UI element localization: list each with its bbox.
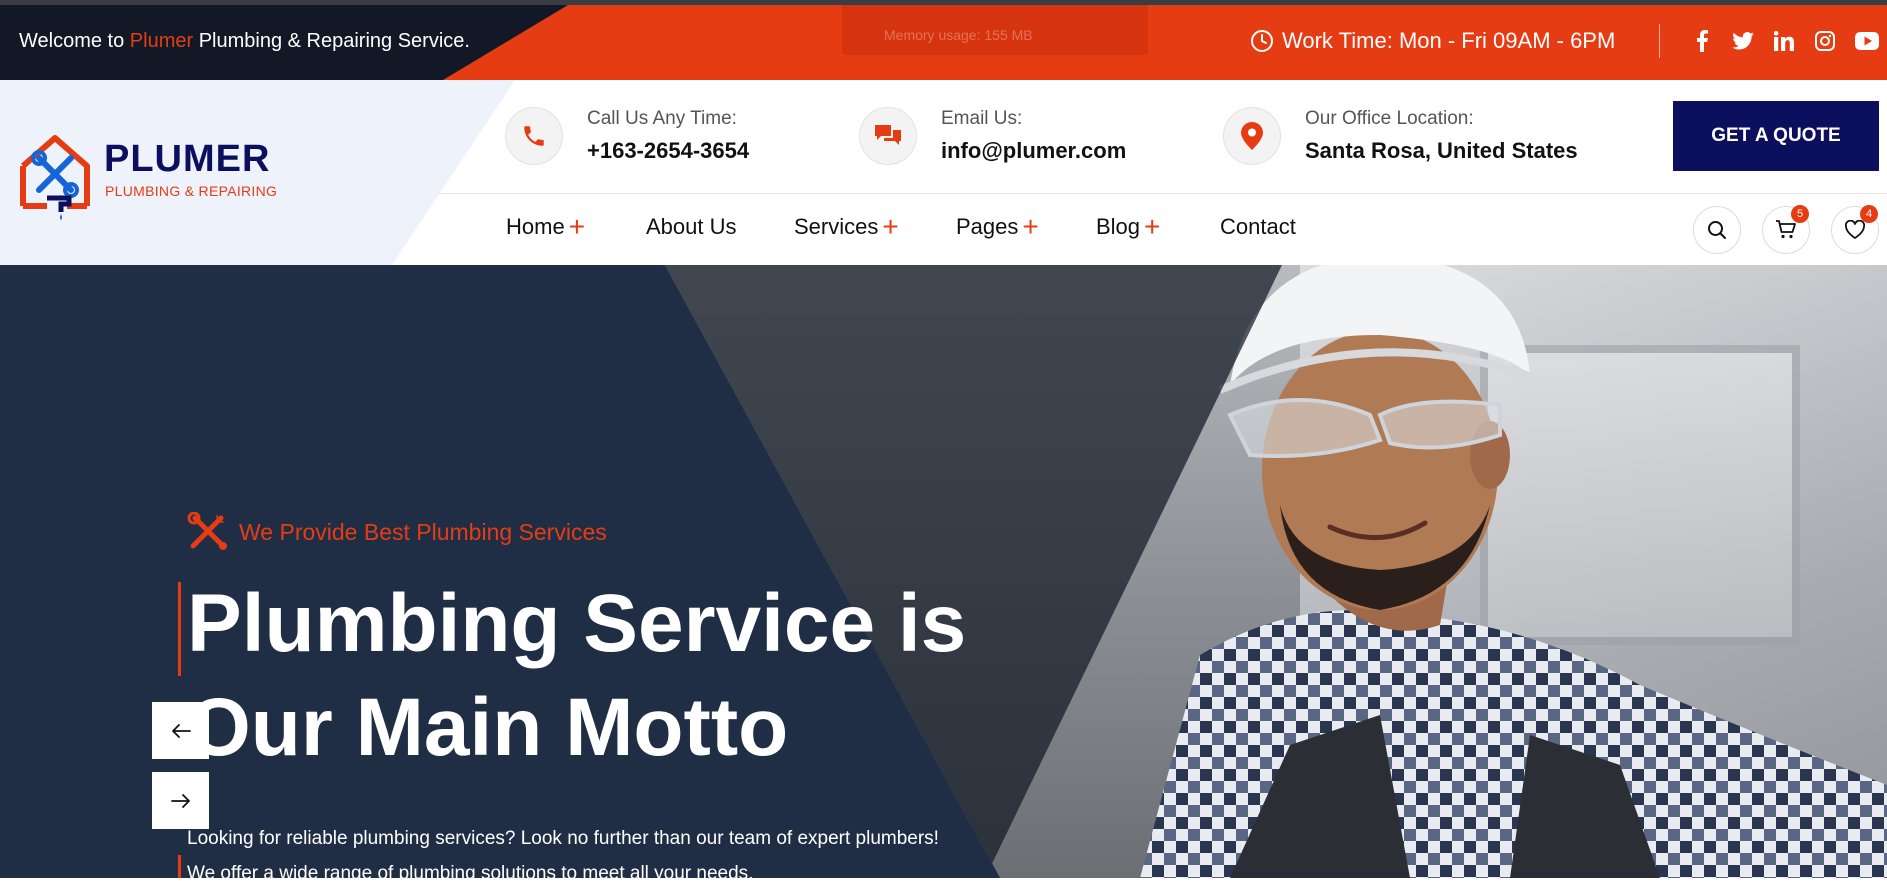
facebook-icon[interactable] [1690,29,1714,53]
hero-title-line2: Our Main Motto [187,682,789,773]
linkedin-icon[interactable] [1772,29,1796,53]
nav-blog[interactable]: Blog + [1096,211,1161,242]
nav-about[interactable]: About Us [646,214,737,240]
twitter-icon[interactable] [1731,29,1755,53]
header-divider [438,193,1887,194]
youtube-icon[interactable] [1855,29,1879,53]
nav-about-label: About Us [646,214,737,239]
welcome-text: Welcome to Plumer Plumbing & Repairing S… [19,30,470,53]
slider-next-button[interactable] [152,772,209,829]
welcome-suffix: Plumbing & Repairing Service. [198,30,470,52]
hero-title-line1: Plumbing Service is [187,578,967,669]
cart-count-badge: 5 [1791,205,1809,223]
wishlist-count-badge: 4 [1860,205,1878,223]
office-info: Our Office Location: Santa Rosa, United … [1223,107,1578,165]
nav-home[interactable]: Home + [506,211,586,242]
email-info: Email Us: info@plumer.com [859,107,1126,165]
hero-accent-bar [178,582,181,676]
call-info: Call Us Any Time: +163-2654-3654 [505,107,749,165]
logo-tagline: PLUMBING & REPAIRING [105,183,278,199]
arrow-left-icon [171,723,191,738]
search-button[interactable] [1693,206,1741,254]
call-label: Call Us Any Time: [587,108,737,129]
hero-accent-bar-lower [178,855,181,878]
email-value[interactable]: info@plumer.com [941,138,1126,164]
get-quote-button[interactable]: GET A QUOTE [1673,101,1879,171]
plus-icon: + [1144,211,1161,242]
hero-description-line1: Looking for reliable plumbing services? … [187,828,939,849]
welcome-brand: Plumer [129,30,194,52]
topbar-divider [1659,24,1660,58]
logo-name[interactable]: PLUMER [104,138,270,181]
hero-kicker-text: We Provide Best Plumbing Services [239,518,607,545]
location-pin-icon [1223,107,1281,165]
nav-services-label: Services [794,214,879,239]
office-label: Our Office Location: [1305,108,1474,129]
hero-description: Looking for reliable plumbing services? … [187,821,1087,891]
hero-kicker: We Provide Best Plumbing Services [187,512,607,552]
tools-icon [187,512,227,550]
nav-pages-label: Pages [956,214,1019,239]
nav-contact[interactable]: Contact [1220,214,1296,240]
work-time-text: Work Time: Mon - Fri 09AM - 6PM [1282,28,1616,53]
hero-title: Plumbing Service is Our Main Motto [187,572,1087,780]
email-label: Email Us: [941,108,1023,129]
search-icon [1708,221,1726,239]
top-bar: Welcome to Plumer Plumbing & Repairing S… [0,0,1887,80]
hero-description-line2: We offer a wide range of plumbing soluti… [187,863,754,884]
nav-home-label: Home [506,214,565,239]
work-time: Work Time: Mon - Fri 09AM - 6PM [1250,28,1615,54]
plus-icon: + [568,211,586,242]
slider-prev-button[interactable] [152,702,209,759]
plus-icon: + [1022,211,1039,242]
plus-icon: + [882,211,899,242]
nav-contact-label: Contact [1220,214,1296,239]
nav-blog-label: Blog [1096,214,1141,239]
instagram-icon[interactable] [1813,29,1837,53]
cart-icon [1776,220,1796,239]
nav-pages[interactable]: Pages + [956,211,1039,242]
memory-usage-overlay: Memory usage: 155 MB [842,5,1148,55]
nav-services[interactable]: Services + [794,211,899,242]
clock-icon [1251,30,1273,52]
chat-icon [859,107,917,165]
office-value: Santa Rosa, United States [1305,138,1578,163]
phone-icon [505,107,563,165]
call-value[interactable]: +163-2654-3654 [587,138,749,164]
memory-usage-text: Memory usage: 155 MB [884,27,1033,43]
welcome-prefix: Welcome to [19,30,125,52]
heart-icon [1844,220,1866,239]
logo-icon[interactable] [17,128,97,225]
arrow-right-icon [170,793,190,808]
